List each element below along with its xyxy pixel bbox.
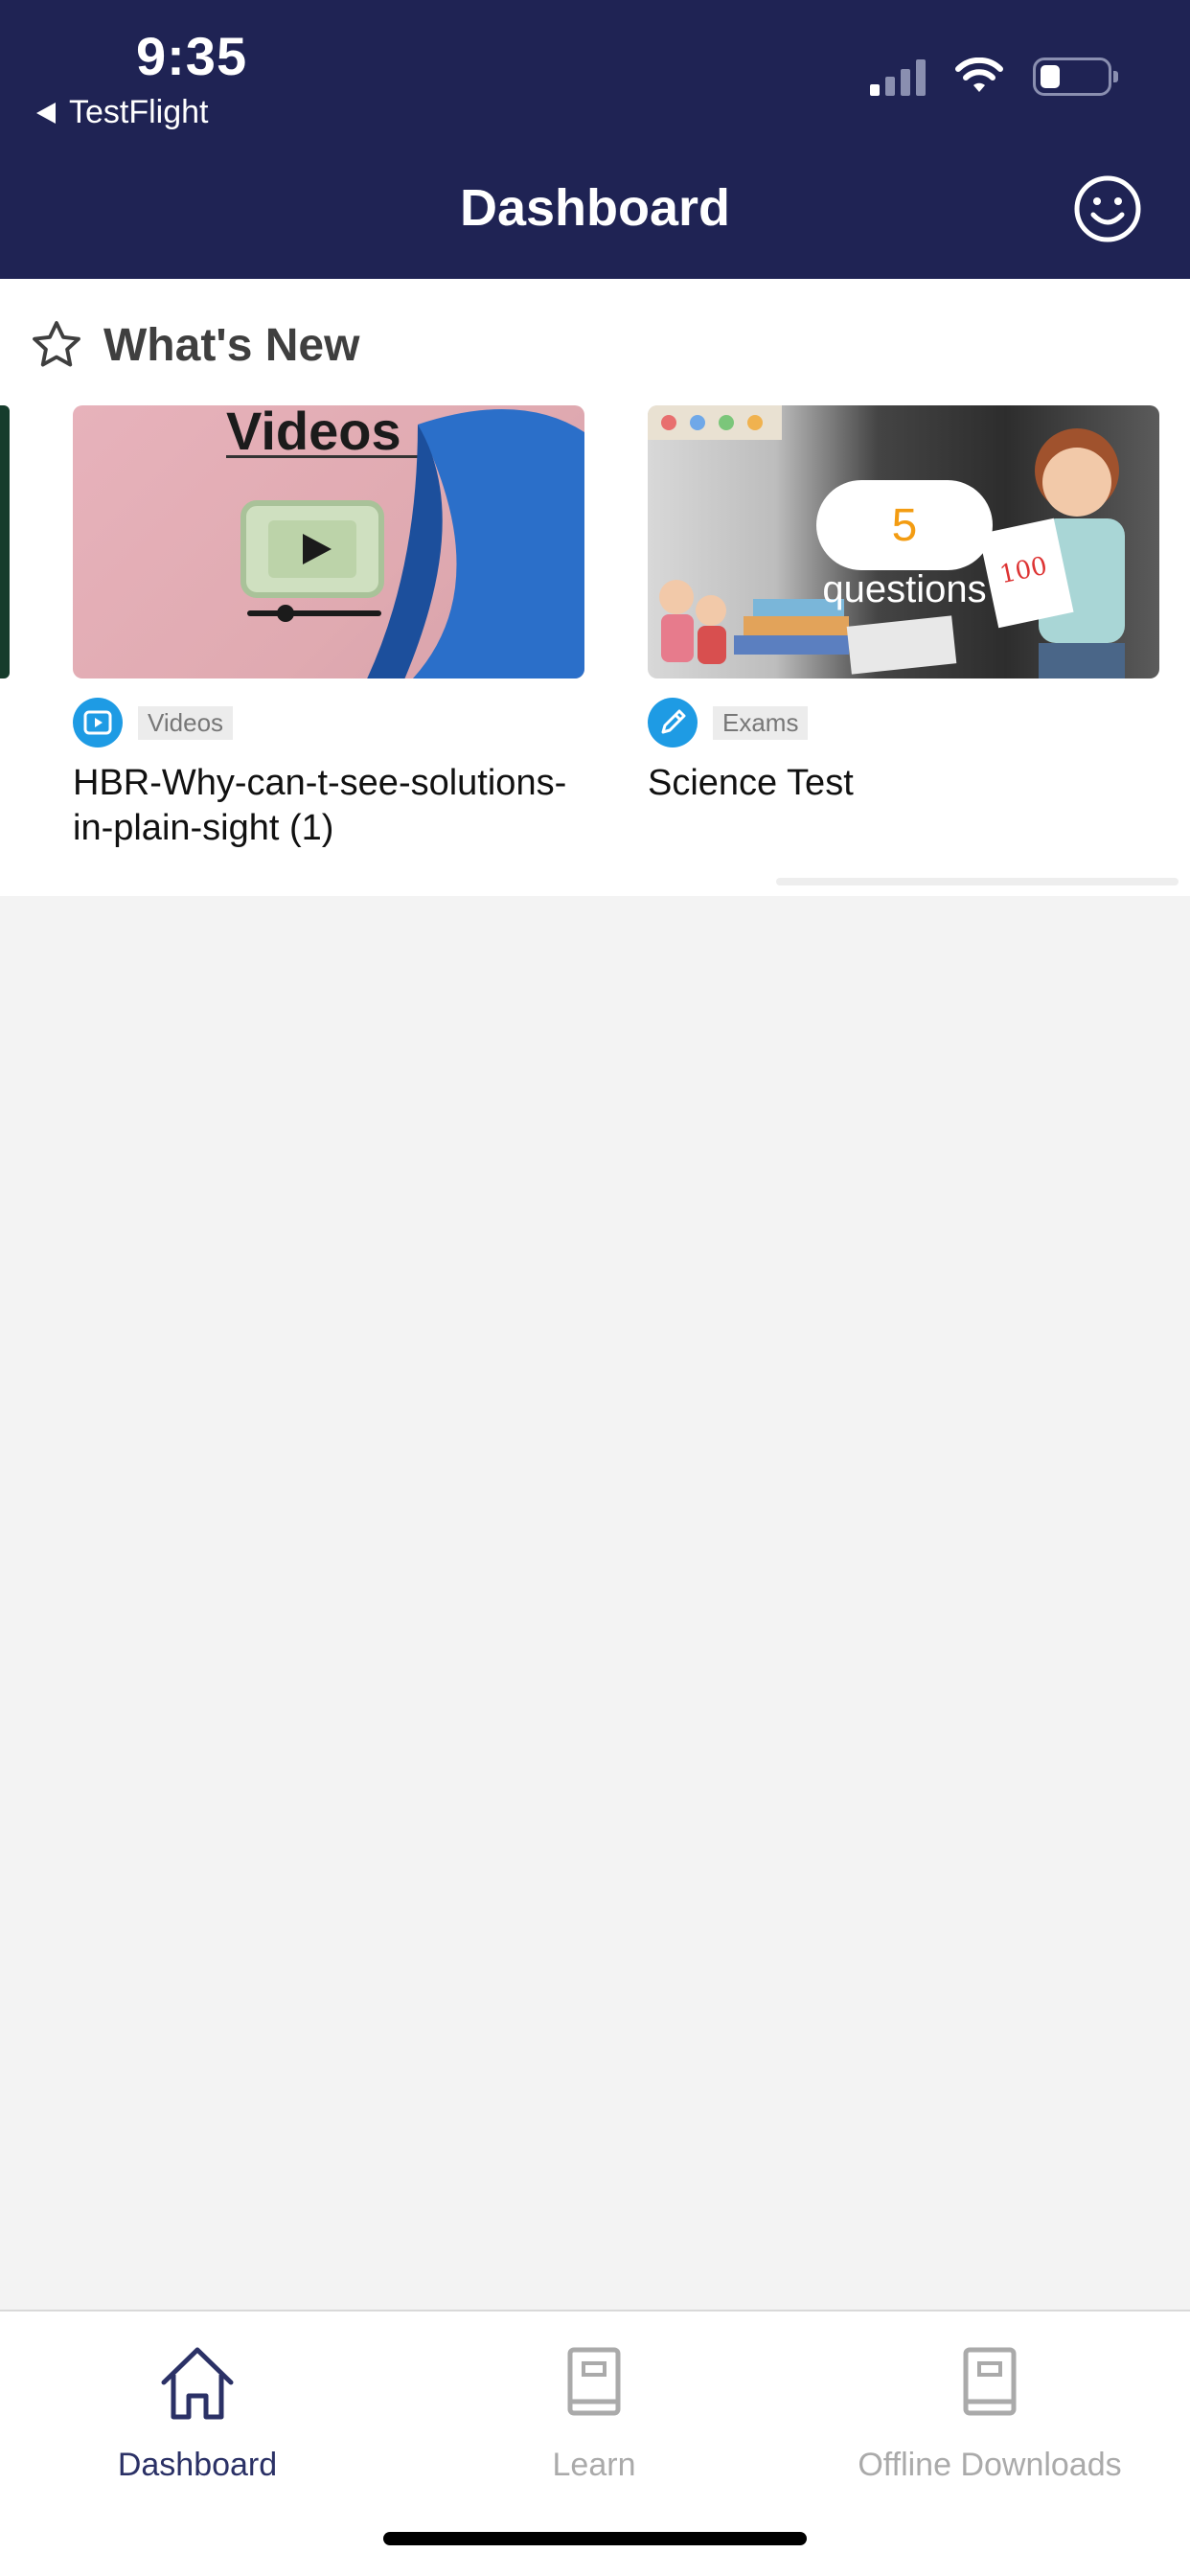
section-title: What's New xyxy=(103,319,360,371)
card-meta: Videos xyxy=(73,698,584,748)
card-meta: Exams xyxy=(648,698,1159,748)
battery-icon xyxy=(1033,58,1118,96)
play-video-icon xyxy=(240,500,384,622)
section-header: What's New xyxy=(29,317,359,373)
content-card-exam[interactable]: 100 5 questions Exams Science Test xyxy=(648,405,1159,806)
horizontal-scrollbar[interactable] xyxy=(776,878,1179,886)
whats-new-section: What's New Videos Videos HBR-Why-can-t-s… xyxy=(0,279,1190,896)
video-thumbnail[interactable]: Videos xyxy=(73,405,584,678)
pencil-type-icon xyxy=(648,698,698,748)
app-header: 9:35 TestFlight Dashboard xyxy=(0,0,1190,279)
exam-thumbnail[interactable]: 100 5 questions xyxy=(648,405,1159,678)
back-arrow-icon xyxy=(36,102,56,124)
cellular-signal-icon xyxy=(870,58,926,96)
tab-learn[interactable]: Learn xyxy=(450,2340,738,2484)
tab-label: Learn xyxy=(552,2447,636,2483)
previous-card-peek[interactable] xyxy=(0,405,10,678)
back-label: TestFlight xyxy=(69,94,209,130)
home-icon xyxy=(161,2347,234,2420)
page-title: Dashboard xyxy=(459,179,731,237)
wifi-icon xyxy=(955,58,1003,92)
tab-label: Dashboard xyxy=(117,2447,278,2483)
status-time: 9:35 xyxy=(136,26,248,86)
tab-offline-downloads[interactable]: Offline Downloads xyxy=(846,2340,1133,2484)
tab-dashboard[interactable]: Dashboard xyxy=(54,2340,341,2484)
back-to-testflight[interactable]: TestFlight xyxy=(36,94,209,131)
content-card-video[interactable]: Videos Videos HBR-Why-can-t-see-solution… xyxy=(73,405,584,851)
smiley-profile-icon[interactable] xyxy=(1073,174,1142,243)
status-icons xyxy=(870,58,1118,96)
tab-label: Offline Downloads xyxy=(858,2447,1122,2483)
question-count-pill: 5 xyxy=(816,480,993,570)
card-title[interactable]: HBR-Why-can-t-see-solutions-in-plain-sig… xyxy=(73,761,584,851)
category-badge: Exams xyxy=(713,705,809,740)
book-icon xyxy=(963,2347,1017,2416)
star-icon xyxy=(33,321,80,367)
category-badge: Videos xyxy=(138,705,234,740)
question-count: 5 xyxy=(891,499,918,551)
card-title[interactable]: Science Test xyxy=(648,761,1159,806)
video-type-icon xyxy=(73,698,123,748)
home-indicator[interactable] xyxy=(383,2532,807,2545)
question-label: questions xyxy=(822,568,987,610)
book-icon xyxy=(567,2347,621,2416)
